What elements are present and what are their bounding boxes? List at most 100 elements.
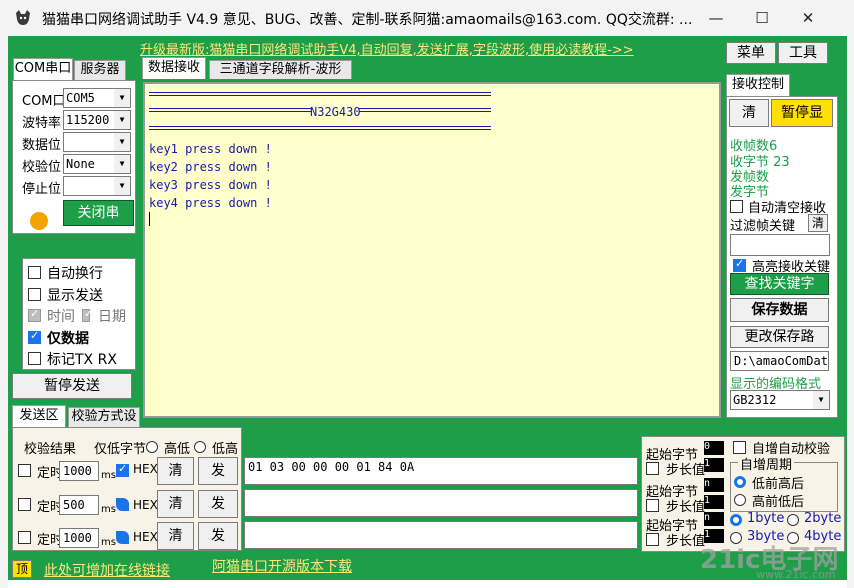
app-cat-icon — [14, 9, 32, 27]
start-byte-value-2[interactable]: n — [704, 478, 724, 492]
tools-button[interactable]: 工具 — [778, 42, 828, 64]
separator-line — [359, 108, 491, 112]
watermark-url: www.21ic.com — [756, 568, 836, 581]
high-first-label: 高前低后 — [752, 495, 805, 510]
byte2-radio[interactable] — [787, 514, 799, 526]
save-data-button[interactable]: 保存数据 — [730, 298, 829, 322]
tab-send-area[interactable]: 发送区 — [12, 405, 66, 427]
maximize-button[interactable]: ☐ — [739, 0, 785, 36]
right-edge — [847, 36, 854, 588]
tab-three-channel-waveform[interactable]: 三通道字段解析-波形 — [209, 60, 352, 79]
filter-clear-button[interactable]: 清 — [808, 214, 828, 232]
high-first-radio[interactable] — [734, 494, 746, 506]
always-on-top-button[interactable]: 顶 — [12, 560, 32, 578]
start-byte-value-1[interactable]: 0 — [704, 441, 724, 455]
hex-checkbox-1[interactable] — [116, 462, 129, 477]
pause-display-button[interactable]: 暂停显 — [771, 99, 833, 127]
filter-keyword-label: 过滤帧关键 — [730, 219, 796, 234]
ms-unit-3: ms — [101, 537, 116, 548]
encoding-select[interactable]: GB2312 ▼ — [730, 390, 830, 410]
separator-line — [149, 108, 312, 112]
time-label: 时间 — [47, 309, 75, 325]
tab-com-port[interactable]: COM串口 — [13, 58, 73, 80]
send-content-input-1[interactable]: 01 03 00 00 00 01 84 0A — [244, 457, 638, 485]
high-low-radio[interactable] — [146, 441, 158, 453]
mark-txrx-checkbox[interactable] — [28, 352, 41, 365]
ms-unit-2: ms — [101, 504, 116, 515]
auto-clear-checkbox[interactable] — [730, 200, 743, 213]
timer-checkbox-1[interactable] — [18, 464, 31, 477]
timer-checkbox-3[interactable] — [18, 531, 31, 544]
step-checkbox-2[interactable] — [646, 499, 659, 512]
low-first-radio[interactable] — [734, 476, 746, 488]
chevron-down-icon: ▼ — [114, 155, 130, 173]
low-high-radio[interactable] — [194, 441, 206, 453]
timer-checkbox-2[interactable] — [18, 498, 31, 511]
stop-bits-select[interactable]: ▼ — [63, 176, 131, 196]
show-send-checkbox[interactable] — [28, 288, 41, 301]
change-save-path-button[interactable]: 更改保存路 — [730, 326, 829, 348]
tab-receive-control[interactable]: 接收控制 — [726, 74, 790, 96]
hex-toggle-icon-2[interactable] — [116, 498, 129, 511]
pause-send-button[interactable]: 暂停发送 — [12, 373, 132, 399]
send-content-input-3[interactable] — [244, 521, 638, 549]
tab-server[interactable]: 服务器 — [74, 60, 126, 80]
auto-wrap-checkbox[interactable] — [28, 266, 41, 279]
find-keyword-button[interactable]: 查找关键字 — [730, 273, 829, 295]
tab-checksum-settings[interactable]: 校验方式设 — [68, 407, 140, 427]
show-send-label: 显示发送 — [47, 288, 103, 304]
highlight-keyword-checkbox[interactable] — [733, 257, 746, 272]
step-checkbox-1[interactable] — [646, 462, 659, 475]
interval-input-1[interactable]: 1000 — [59, 461, 99, 481]
filter-keyword-input[interactable] — [730, 234, 830, 256]
close-button[interactable]: ✕ — [785, 0, 831, 36]
step-value-1[interactable]: 1 — [704, 458, 724, 472]
auto-checksum-checkbox[interactable] — [733, 441, 746, 454]
interval-input-2[interactable]: 500 — [59, 495, 99, 515]
receive-text-area[interactable]: N32G430 key1 press down ! key2 press dow… — [143, 82, 721, 418]
save-path-input[interactable]: D:\amaoComData — [730, 351, 829, 371]
send-button-1[interactable]: 发 — [198, 457, 238, 485]
data-only-checkbox[interactable] — [28, 329, 41, 344]
clear-send-button-2[interactable]: 清 — [157, 490, 194, 518]
left-edge — [0, 36, 8, 588]
minimize-button[interactable]: — — [693, 0, 739, 36]
port-label: COM口 — [22, 94, 66, 109]
data-bits-select[interactable]: ▼ — [63, 132, 131, 152]
title-bar: 猫猫串口网络调试助手 V4.9 意见、BUG、改善、定制-联系阿猫:amaoma… — [0, 0, 854, 36]
receive-line: key3 press down ! — [149, 178, 272, 192]
chevron-down-icon: ▼ — [114, 111, 130, 129]
start-byte-value-3[interactable]: n — [704, 512, 724, 526]
byte1-label: 1byte — [747, 511, 785, 526]
hex-toggle-icon-3[interactable] — [116, 531, 129, 544]
clear-receive-button[interactable]: 清 — [729, 99, 769, 127]
baud-select[interactable]: 115200 ▼ — [63, 110, 131, 130]
time-checkbox[interactable] — [28, 307, 41, 322]
date-label: 日期 — [98, 309, 126, 325]
data-bits-label: 数据位 — [22, 138, 62, 153]
add-online-link[interactable]: 此处可增加在线链接 — [44, 560, 170, 580]
step-checkbox-3[interactable] — [646, 533, 659, 546]
clear-send-button-3[interactable]: 清 — [157, 522, 194, 550]
parity-select[interactable]: None ▼ — [63, 154, 131, 174]
send-button-3[interactable]: 发 — [198, 522, 238, 550]
send-button-2[interactable]: 发 — [198, 490, 238, 518]
low-high-label: 低高 — [212, 442, 239, 457]
chevron-down-icon: ▼ — [813, 391, 829, 409]
byte1-radio[interactable] — [730, 514, 742, 526]
upgrade-banner-link[interactable]: 升级最新版:猫猫串口网络调试助手V4,自动回复,发送扩展,字段波形,使用必读教程… — [140, 39, 634, 58]
tab-data-receive[interactable]: 数据接收 — [142, 57, 206, 79]
close-port-button[interactable]: 关闭串 — [63, 200, 134, 226]
clear-send-button-1[interactable]: 清 — [157, 457, 194, 485]
high-low-label: 高低 — [164, 442, 191, 457]
hex-label-1: HEX — [133, 462, 158, 476]
step-label-1: 步长值 — [666, 463, 706, 478]
interval-input-3[interactable]: 1000 — [59, 528, 99, 548]
menu-button[interactable]: 菜单 — [726, 42, 776, 64]
port-select[interactable]: COM5 ▼ — [63, 88, 131, 108]
step-value-2[interactable]: 1 — [704, 495, 724, 509]
open-source-download-link[interactable]: 阿猫串口开源版本下载 — [212, 556, 352, 576]
send-content-input-2[interactable] — [244, 489, 638, 517]
date-checkbox[interactable] — [82, 307, 93, 322]
separator-line — [149, 92, 491, 96]
